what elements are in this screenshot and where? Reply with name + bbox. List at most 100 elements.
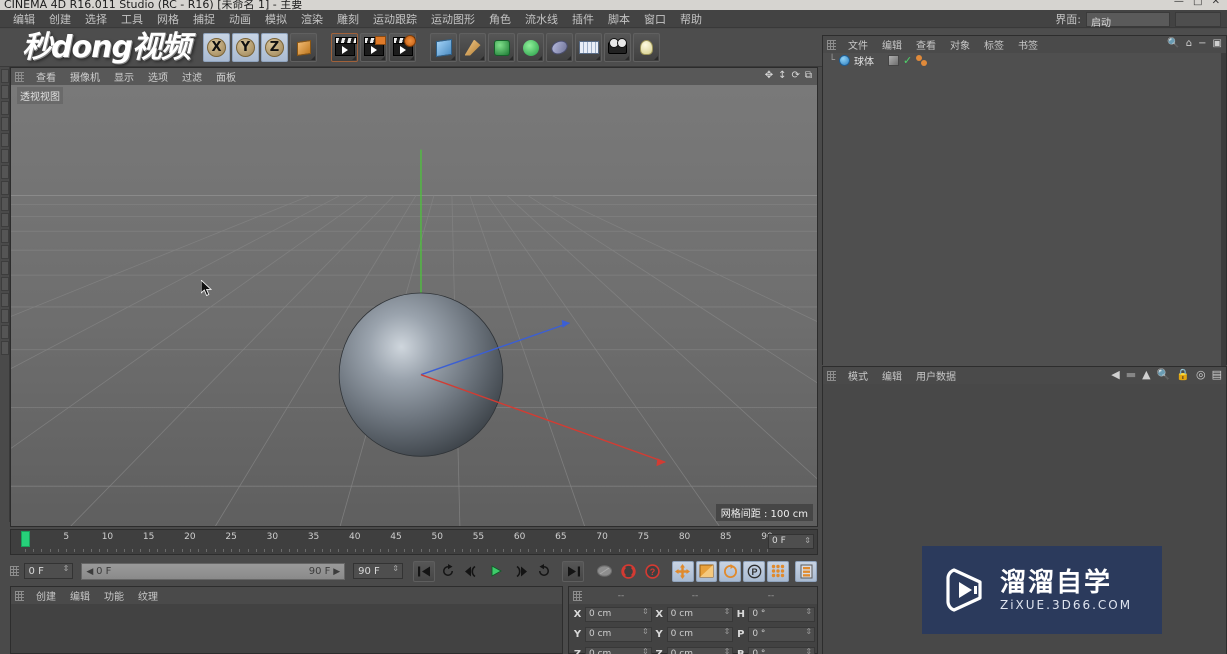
- object-menu-item-5[interactable]: 书签: [1011, 37, 1045, 52]
- interface-extra-field[interactable]: [1175, 11, 1221, 27]
- panel-grip-icon[interactable]: [573, 590, 582, 601]
- visibility-check-icon[interactable]: ✓: [903, 54, 912, 67]
- rail-tool-button[interactable]: [1, 245, 9, 259]
- rail-tool-button[interactable]: [1, 293, 9, 307]
- rail-tool-button[interactable]: [1, 277, 9, 291]
- rail-tool-button[interactable]: [1, 261, 9, 275]
- menu-item-13[interactable]: 流水线: [518, 10, 565, 28]
- phong-tag-icon[interactable]: [888, 55, 900, 66]
- panel-grip-icon[interactable]: [15, 71, 24, 82]
- rail-tool-button[interactable]: [1, 341, 9, 355]
- subdivision-surface-button[interactable]: [546, 33, 573, 62]
- position-y-input[interactable]: 0 cm ⇕: [585, 626, 652, 642]
- step-forward-button[interactable]: [508, 560, 531, 582]
- object-manager-scrollbar[interactable]: [1221, 53, 1226, 366]
- position-z-input[interactable]: 0 cm ⇕: [585, 646, 652, 654]
- goto-start-button[interactable]: [413, 560, 436, 582]
- attribute-menu-item-2[interactable]: 用户数据: [909, 368, 963, 383]
- timeline-ruler[interactable]: 051015202530354045505560657075808590 0 F…: [10, 529, 818, 555]
- viewport-perspective[interactable]: Y X 查看摄像机显示选项过滤面板 ✥ ↕ ⟳ ⧉ 透视视图 网格间距 : 10…: [10, 67, 818, 527]
- material-menu-item-0[interactable]: 创建: [29, 588, 63, 603]
- viewport-menu-item-3[interactable]: 选项: [141, 69, 175, 84]
- stepper-icon[interactable]: ⇕: [805, 607, 812, 615]
- menu-item-7[interactable]: 模拟: [258, 10, 294, 28]
- stepper-icon[interactable]: ⇕: [642, 607, 649, 615]
- rail-tool-button[interactable]: [1, 197, 9, 211]
- position-x-input[interactable]: 0 cm ⇕: [585, 606, 652, 622]
- rail-tool-button[interactable]: [1, 117, 9, 131]
- menu-item-11[interactable]: 运动图形: [424, 10, 482, 28]
- menu-icon[interactable]: ▤: [1212, 368, 1222, 381]
- menu-item-14[interactable]: 插件: [565, 10, 601, 28]
- menu-item-17[interactable]: 帮助: [673, 10, 709, 28]
- axis-lock-x-button[interactable]: X: [203, 33, 230, 62]
- viewport-menu-item-2[interactable]: 显示: [107, 69, 141, 84]
- rail-tool-button[interactable]: [1, 149, 9, 163]
- menu-item-15[interactable]: 脚本: [601, 10, 637, 28]
- transport-grip-icon[interactable]: [10, 566, 19, 576]
- position-key-button[interactable]: [671, 560, 694, 582]
- object-menu-item-3[interactable]: 对象: [943, 37, 977, 52]
- stepper-icon[interactable]: ⇕: [392, 565, 399, 573]
- spline-pen-button[interactable]: [459, 33, 486, 62]
- render-view-button[interactable]: [331, 33, 358, 62]
- object-menu-item-4[interactable]: 标签: [977, 37, 1011, 52]
- home-icon[interactable]: ⌂: [1186, 38, 1192, 49]
- menu-item-5[interactable]: 捕捉: [186, 10, 222, 28]
- menu-item-3[interactable]: 工具: [114, 10, 150, 28]
- rail-tool-button[interactable]: [1, 85, 9, 99]
- material-menu-item-1[interactable]: 编辑: [63, 588, 97, 603]
- keyframe-selection-button[interactable]: ?: [641, 560, 664, 582]
- param-key-button[interactable]: P: [743, 560, 766, 582]
- stepper-icon[interactable]: ⇕: [805, 627, 812, 635]
- stepper-icon[interactable]: ⇕: [63, 565, 70, 573]
- rail-tool-button[interactable]: [1, 229, 9, 243]
- render-settings-button[interactable]: [389, 33, 416, 62]
- rail-tool-button[interactable]: [1, 325, 9, 339]
- timeline-playhead[interactable]: [21, 531, 30, 547]
- rail-tool-button[interactable]: [1, 165, 9, 179]
- stepper-icon[interactable]: ⇕: [804, 536, 811, 545]
- zoom-view-icon[interactable]: ↕: [778, 70, 786, 81]
- attribute-menu-item-1[interactable]: 编辑: [875, 368, 909, 383]
- material-tag-icon[interactable]: [916, 55, 928, 66]
- stepper-icon[interactable]: ⇕: [724, 607, 731, 615]
- close-icon[interactable]: ▣: [1213, 38, 1222, 49]
- timeline-toggle-button[interactable]: [795, 560, 817, 582]
- size-y-input[interactable]: 0 cm ⇕: [666, 626, 734, 642]
- goto-end-button[interactable]: [562, 560, 585, 582]
- current-frame-input[interactable]: 0 F ⇕: [23, 563, 74, 579]
- menu-item-16[interactable]: 窗口: [637, 10, 673, 28]
- object-tree[interactable]: └ 球体 ✓: [823, 53, 1226, 366]
- material-menu-item-2[interactable]: 功能: [97, 588, 131, 603]
- object-menu-item-1[interactable]: 编辑: [875, 37, 909, 52]
- rail-tool-button[interactable]: [1, 309, 9, 323]
- deformer-button[interactable]: [488, 33, 515, 62]
- stepper-icon[interactable]: ⇕: [805, 647, 812, 654]
- object-menu-item-2[interactable]: 查看: [909, 37, 943, 52]
- panel-grip-icon[interactable]: [15, 590, 24, 601]
- step-back-button[interactable]: [461, 560, 483, 582]
- menu-item-0[interactable]: 编辑: [6, 10, 42, 28]
- autokeying-button[interactable]: [617, 560, 640, 582]
- cube-primitive-button[interactable]: [430, 33, 457, 62]
- camera-button[interactable]: [604, 33, 631, 62]
- array-button[interactable]: [517, 33, 544, 62]
- attribute-menu-item-0[interactable]: 模式: [841, 368, 875, 383]
- viewport-menu-item-5[interactable]: 面板: [209, 69, 243, 84]
- material-menu-item-3[interactable]: 纹理: [131, 588, 165, 603]
- object-menu-item-0[interactable]: 文件: [841, 37, 875, 52]
- maximize-view-icon[interactable]: ⧉: [805, 70, 812, 81]
- menu-item-6[interactable]: 动画: [222, 10, 258, 28]
- move-view-icon[interactable]: ✥: [765, 70, 773, 81]
- viewport-menu-item-1[interactable]: 摄像机: [63, 69, 107, 84]
- menu-item-8[interactable]: 渲染: [294, 10, 330, 28]
- rewind-button[interactable]: [437, 560, 460, 582]
- interface-dropdown[interactable]: 启动: [1086, 11, 1170, 29]
- object-row-sphere[interactable]: └ 球体 ✓: [823, 53, 1226, 68]
- rail-tool-button[interactable]: [1, 133, 9, 147]
- size-z-input[interactable]: 0 cm ⇕: [666, 646, 734, 654]
- rotate-view-icon[interactable]: ⟳: [791, 70, 799, 81]
- coordinate-system-button[interactable]: [290, 33, 317, 62]
- menu-item-2[interactable]: 选择: [78, 10, 114, 28]
